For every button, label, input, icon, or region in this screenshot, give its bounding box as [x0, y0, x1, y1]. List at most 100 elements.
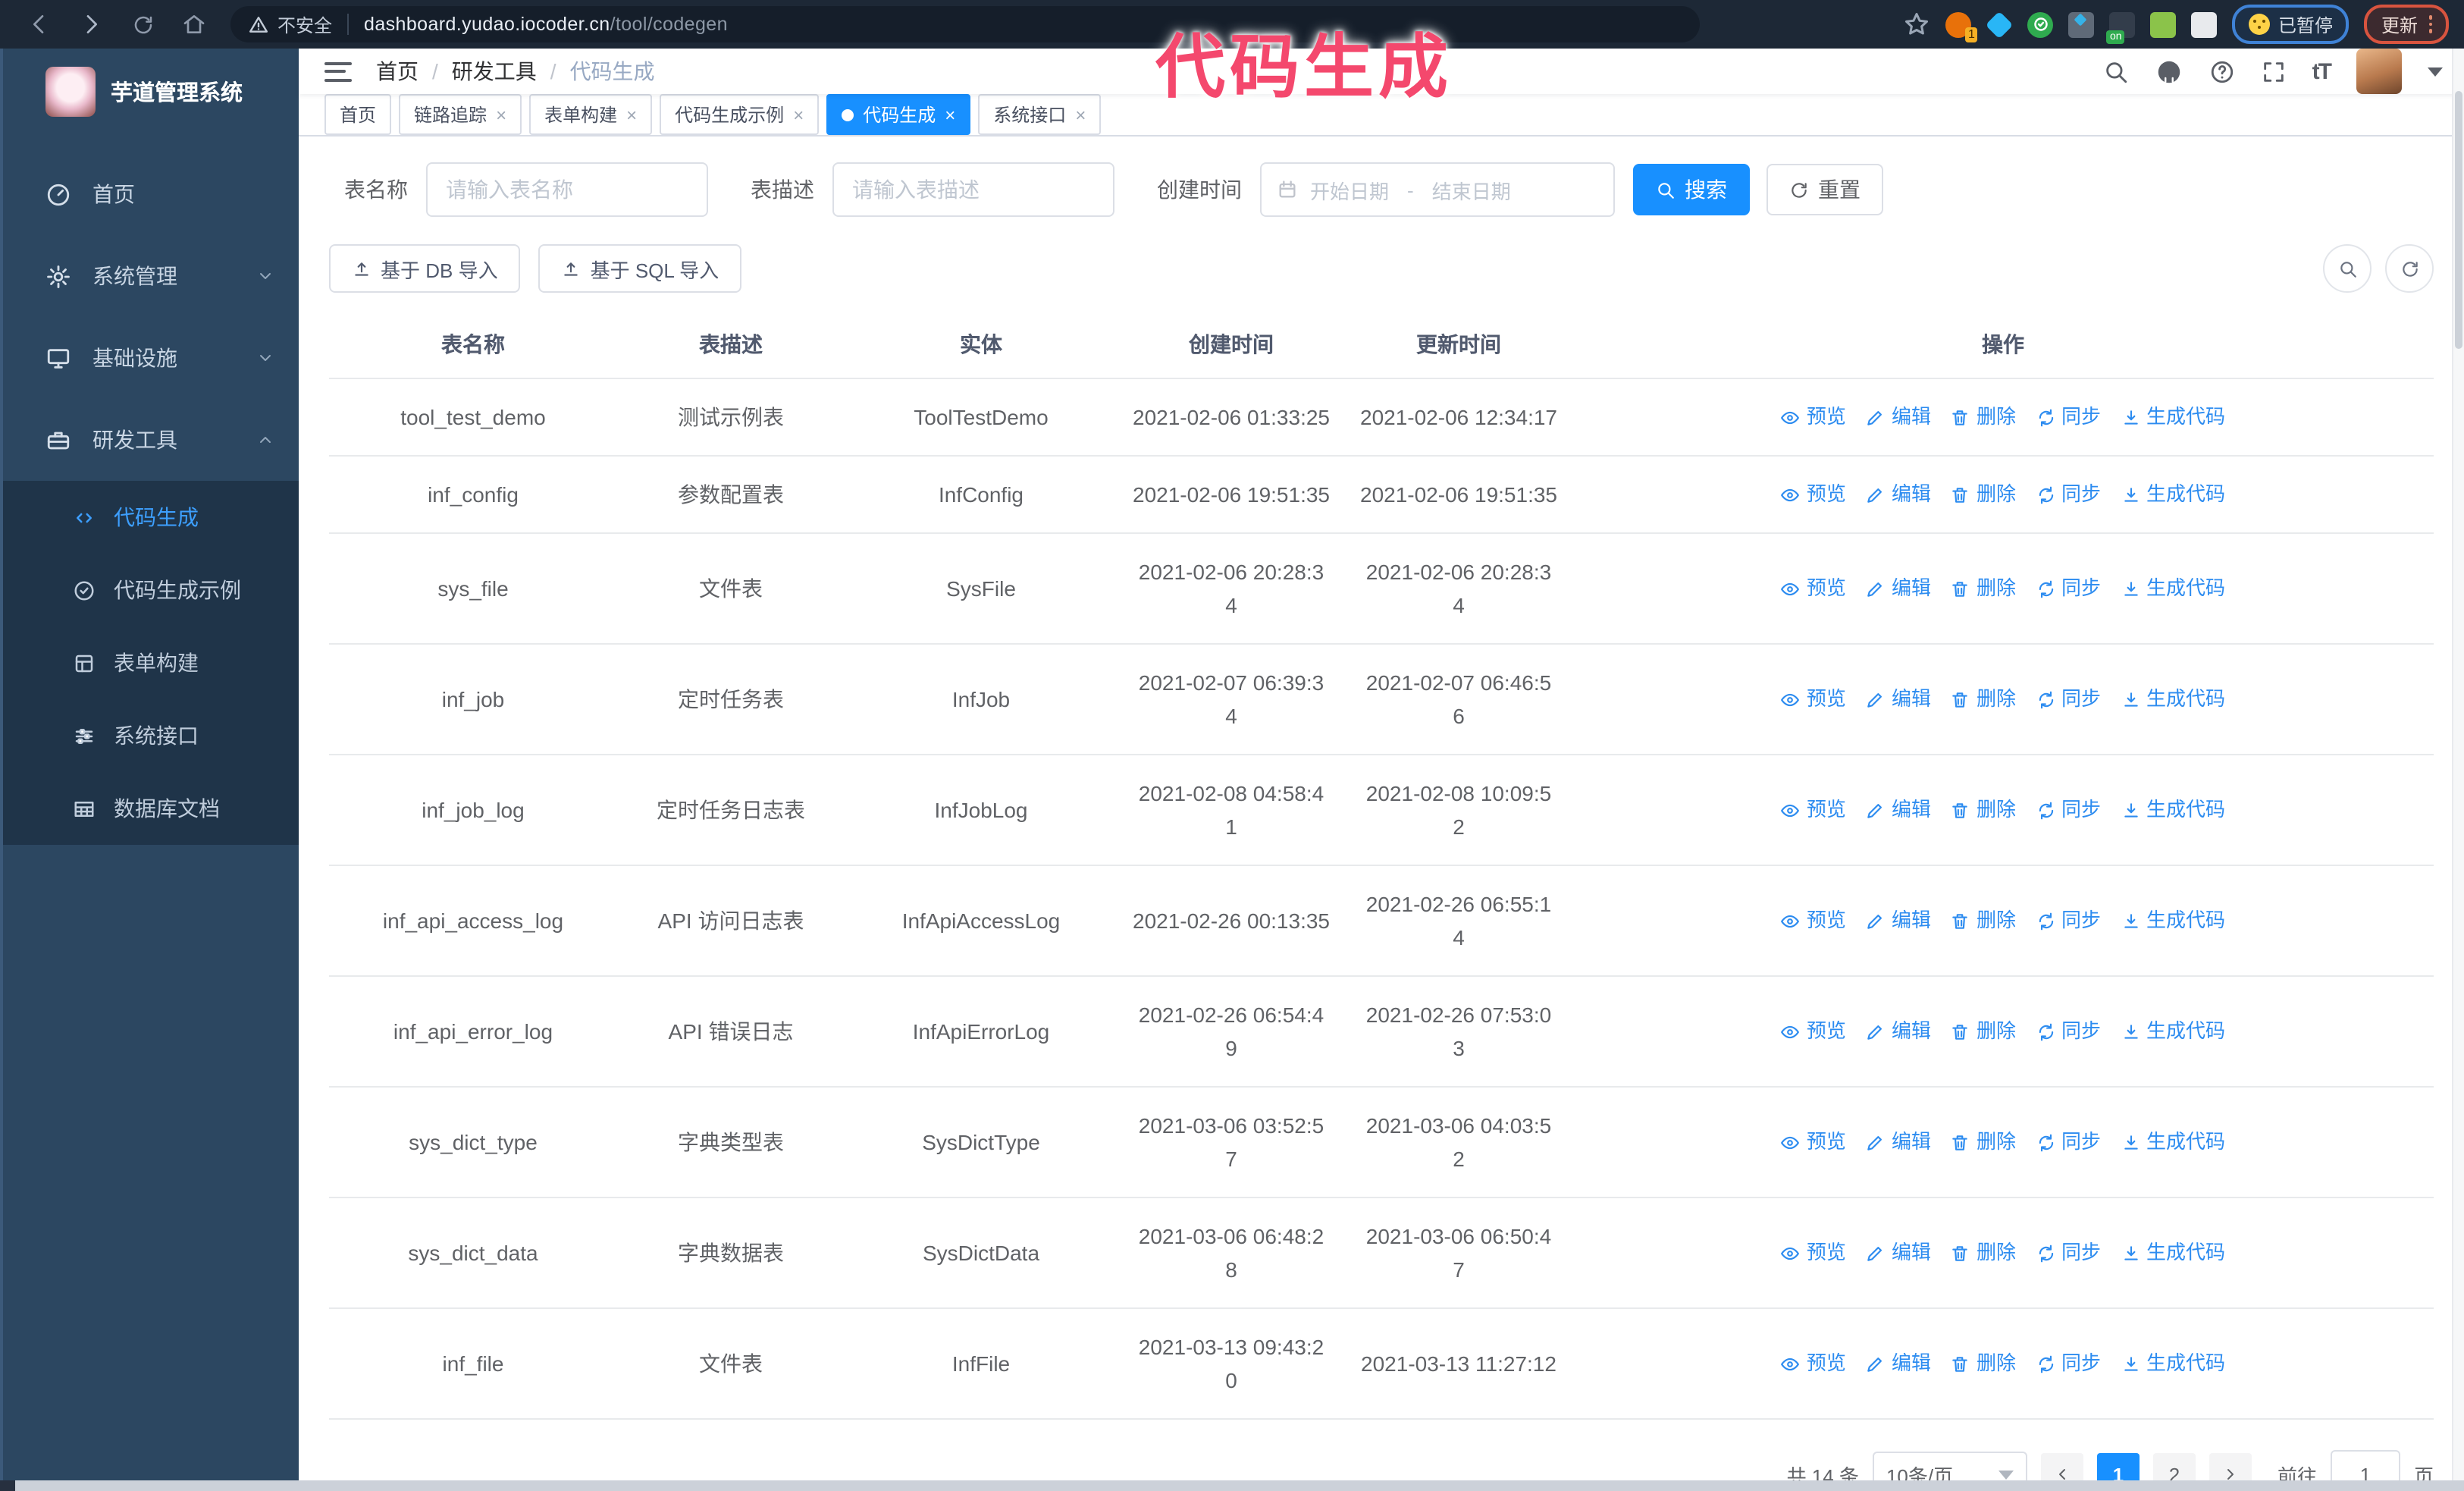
- generate-code-link[interactable]: 生成代码: [2121, 1347, 2225, 1380]
- extension-icon-5[interactable]: on: [2106, 11, 2136, 43]
- preview-link[interactable]: 预览: [1781, 1125, 1846, 1159]
- delete-link[interactable]: 删除: [1951, 1125, 2016, 1159]
- extension-icon-3[interactable]: [2027, 11, 2054, 37]
- paused-badge[interactable]: 已暂停: [2232, 5, 2350, 44]
- preview-link[interactable]: 预览: [1781, 793, 1846, 827]
- github-icon[interactable]: [2155, 57, 2183, 86]
- sync-link[interactable]: 同步: [2036, 683, 2101, 716]
- delete-link[interactable]: 删除: [1951, 400, 2016, 434]
- table-desc-input[interactable]: [832, 162, 1114, 217]
- sync-link[interactable]: 同步: [2036, 478, 2101, 511]
- breadcrumb-home[interactable]: 首页: [376, 56, 419, 86]
- edit-link[interactable]: 编辑: [1866, 904, 1931, 937]
- preview-link[interactable]: 预览: [1781, 478, 1846, 511]
- sidebar-item-devtools[interactable]: 研发工具: [3, 399, 299, 481]
- sync-link[interactable]: 同步: [2036, 793, 2101, 827]
- tab-home[interactable]: 首页: [324, 94, 392, 135]
- chevron-down-icon[interactable]: [2428, 66, 2443, 77]
- sync-link[interactable]: 同步: [2036, 1236, 2101, 1270]
- sidebar-item-db-doc[interactable]: 数据库文档: [3, 772, 299, 845]
- close-icon[interactable]: ×: [496, 105, 506, 124]
- delete-link[interactable]: 删除: [1951, 793, 2016, 827]
- table-name-input[interactable]: [426, 162, 708, 217]
- delete-link[interactable]: 删除: [1951, 1015, 2016, 1048]
- app-logo[interactable]: 芋道管理系统: [3, 49, 299, 132]
- import-sql-button[interactable]: 基于 SQL 导入: [538, 244, 742, 293]
- edit-link[interactable]: 编辑: [1866, 1236, 1931, 1270]
- import-db-button[interactable]: 基于 DB 导入: [329, 244, 521, 293]
- address-bar[interactable]: 不安全 dashboard.yudao.iocoder.cn/tool/code…: [230, 6, 1700, 42]
- sync-link[interactable]: 同步: [2036, 1015, 2101, 1048]
- edit-link[interactable]: 编辑: [1866, 1125, 1931, 1159]
- preview-link[interactable]: 预览: [1781, 1015, 1846, 1048]
- font-size-icon[interactable]: tT: [2312, 58, 2332, 84]
- browser-reload-button[interactable]: [127, 9, 158, 39]
- tab-codegen-example[interactable]: 代码生成示例 ×: [660, 94, 820, 135]
- preview-link[interactable]: 预览: [1781, 683, 1846, 716]
- browser-back-button[interactable]: [24, 9, 55, 39]
- edit-link[interactable]: 编辑: [1866, 1015, 1931, 1048]
- reset-button[interactable]: 重置: [1766, 164, 1883, 215]
- breadcrumb-devtools[interactable]: 研发工具: [452, 56, 537, 86]
- update-button[interactable]: 更新: [2364, 5, 2449, 44]
- edit-link[interactable]: 编辑: [1866, 683, 1931, 716]
- delete-link[interactable]: 删除: [1951, 572, 2016, 605]
- delete-link[interactable]: 删除: [1951, 478, 2016, 511]
- extension-icon-2[interactable]: [1986, 10, 2014, 39]
- preview-link[interactable]: 预览: [1781, 1236, 1846, 1270]
- tab-tracing[interactable]: 链路追踪 ×: [399, 94, 522, 135]
- close-icon[interactable]: ×: [793, 105, 804, 124]
- sidebar-item-system-api[interactable]: 系统接口: [3, 699, 299, 772]
- sidebar-item-codegen-example[interactable]: 代码生成示例: [3, 554, 299, 626]
- sidebar-item-home[interactable]: 首页: [3, 153, 299, 235]
- generate-code-link[interactable]: 生成代码: [2121, 793, 2225, 827]
- close-icon[interactable]: ×: [1075, 105, 1086, 124]
- edit-link[interactable]: 编辑: [1866, 400, 1931, 434]
- refresh-table-button[interactable]: [2385, 244, 2434, 293]
- tab-form-builder[interactable]: 表单构建 ×: [529, 94, 653, 135]
- date-range-picker[interactable]: 开始日期 - 结束日期: [1260, 162, 1615, 217]
- hamburger-icon[interactable]: [324, 61, 352, 81]
- sidebar-item-infra[interactable]: 基础设施: [3, 317, 299, 399]
- extension-icon-4[interactable]: [2068, 11, 2095, 37]
- toggle-search-button[interactable]: [2323, 244, 2372, 293]
- extension-icon-1[interactable]: 1: [1945, 11, 1978, 42]
- sidebar-item-system[interactable]: 系统管理: [3, 235, 299, 317]
- generate-code-link[interactable]: 生成代码: [2121, 904, 2225, 937]
- generate-code-link[interactable]: 生成代码: [2121, 400, 2225, 434]
- close-icon[interactable]: ×: [945, 105, 955, 124]
- generate-code-link[interactable]: 生成代码: [2121, 1236, 2225, 1270]
- preview-link[interactable]: 预览: [1781, 572, 1846, 605]
- generate-code-link[interactable]: 生成代码: [2121, 1015, 2225, 1048]
- delete-link[interactable]: 删除: [1951, 1347, 2016, 1380]
- sidebar-item-codegen[interactable]: 代码生成: [3, 481, 299, 554]
- scrollbar-thumb[interactable]: [2455, 91, 2462, 349]
- delete-link[interactable]: 删除: [1951, 904, 2016, 937]
- tab-codegen[interactable]: 代码生成 ×: [826, 94, 971, 135]
- sidebar-item-form-builder[interactable]: 表单构建: [3, 626, 299, 699]
- generate-code-link[interactable]: 生成代码: [2121, 683, 2225, 716]
- tab-system-api[interactable]: 系统接口 ×: [978, 94, 1102, 135]
- sync-link[interactable]: 同步: [2036, 400, 2101, 434]
- sync-link[interactable]: 同步: [2036, 1347, 2101, 1380]
- browser-forward-button[interactable]: [76, 9, 106, 39]
- generate-code-link[interactable]: 生成代码: [2121, 1125, 2225, 1159]
- bookmark-star-icon[interactable]: [1904, 11, 1931, 38]
- preview-link[interactable]: 预览: [1781, 1347, 1846, 1380]
- fullscreen-icon[interactable]: [2261, 58, 2287, 84]
- extension-icon-7[interactable]: [2191, 11, 2218, 37]
- browser-home-button[interactable]: [179, 9, 209, 39]
- generate-code-link[interactable]: 生成代码: [2121, 572, 2225, 605]
- sync-link[interactable]: 同步: [2036, 904, 2101, 937]
- close-icon[interactable]: ×: [626, 105, 637, 124]
- extension-icon-6[interactable]: [2150, 11, 2177, 37]
- avatar[interactable]: [2356, 49, 2402, 94]
- search-button[interactable]: 搜索: [1633, 164, 1750, 215]
- help-icon[interactable]: [2209, 58, 2235, 84]
- sync-link[interactable]: 同步: [2036, 572, 2101, 605]
- edit-link[interactable]: 编辑: [1866, 478, 1931, 511]
- scrollbar[interactable]: [2452, 49, 2464, 1480]
- edit-link[interactable]: 编辑: [1866, 1347, 1931, 1380]
- edit-link[interactable]: 编辑: [1866, 793, 1931, 827]
- preview-link[interactable]: 预览: [1781, 904, 1846, 937]
